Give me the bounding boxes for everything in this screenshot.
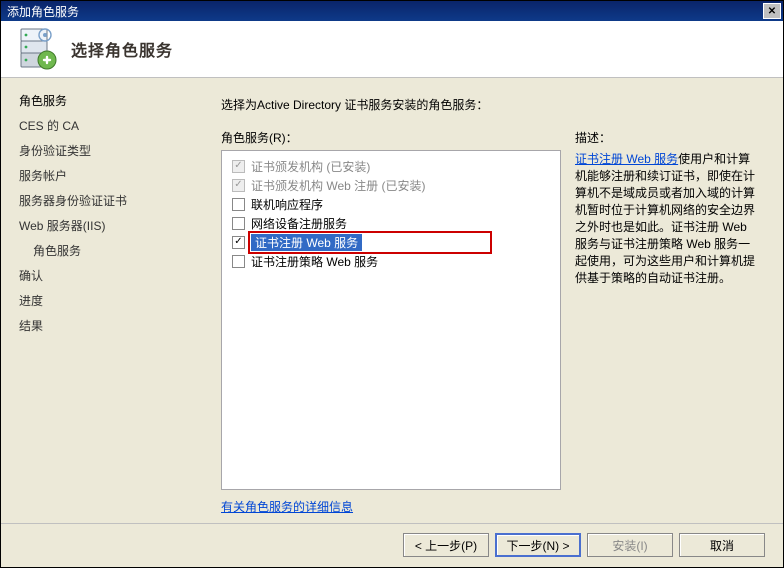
- previous-button[interactable]: < 上一步(P): [403, 533, 489, 557]
- close-icon[interactable]: ✕: [763, 3, 781, 19]
- sidebar-item-server-cert[interactable]: 服务器身份验证证书: [19, 188, 211, 213]
- install-button: 安装(I): [587, 533, 673, 557]
- tree-item-ca: 证书颁发机构 (已安装): [230, 157, 552, 176]
- checkbox-icon[interactable]: [232, 236, 245, 249]
- instruction-text: 选择为Active Directory 证书服务安装的角色服务：: [221, 96, 761, 113]
- checkbox-icon: [232, 160, 245, 173]
- cancel-button[interactable]: 取消: [679, 533, 765, 557]
- tree-item-label: 证书注册 Web 服务: [251, 234, 362, 251]
- content-top: 选择为Active Directory 证书服务安装的角色服务：: [221, 96, 761, 119]
- tree-item-label: 联机响应程序: [251, 196, 323, 213]
- tree-item-label: 证书注册策略 Web 服务: [251, 253, 378, 270]
- sidebar-item-results[interactable]: 结果: [19, 313, 211, 338]
- tree-item-cert-enrollment-web[interactable]: 证书注册 Web 服务: [230, 233, 552, 252]
- sidebar-item-progress[interactable]: 进度: [19, 288, 211, 313]
- checkbox-icon: [232, 179, 245, 192]
- wizard-footer: < 上一步(P) 下一步(N) > 安装(I) 取消: [1, 523, 783, 567]
- checkbox-icon[interactable]: [232, 255, 245, 268]
- tree-column: 角色服务(R)： 证书颁发机构 (已安装) 证书颁发机构 Web 注册 (已安装…: [221, 129, 561, 515]
- window-title: 添加角色服务: [7, 3, 79, 20]
- sidebar-item-ces-ca[interactable]: CES 的 CA: [19, 113, 211, 138]
- description-body: 使用户和计算机能够注册和续订证书，即使在计算机不是域成员或者加入域的计算机暂时位…: [575, 152, 755, 285]
- sidebar-item-confirmation[interactable]: 确认: [19, 263, 211, 288]
- tree-item-label: 网络设备注册服务: [251, 215, 347, 232]
- tree-item-cert-enrollment-policy-web[interactable]: 证书注册策略 Web 服务: [230, 252, 552, 271]
- sidebar: 角色服务 CES 的 CA 身份验证类型 服务帐户 服务器身份验证证书 Web …: [1, 78, 211, 523]
- next-button[interactable]: 下一步(N) >: [495, 533, 581, 557]
- sidebar-item-web-server-iis[interactable]: Web 服务器(IIS): [19, 213, 211, 238]
- sidebar-item-role-services[interactable]: 角色服务: [19, 88, 211, 113]
- more-info-link[interactable]: 有关角色服务的详细信息: [221, 498, 353, 515]
- checkbox-icon[interactable]: [232, 198, 245, 211]
- page-title: 选择角色服务: [71, 37, 173, 61]
- wizard-header: 选择角色服务: [1, 21, 783, 78]
- description-panel: 描述： 证书注册 Web 服务使用户和计算机能够注册和续订证书，即使在计算机不是…: [575, 129, 761, 515]
- sidebar-item-auth-type[interactable]: 身份验证类型: [19, 138, 211, 163]
- description-text: 证书注册 Web 服务使用户和计算机能够注册和续订证书，即使在计算机不是域成员或…: [575, 150, 761, 286]
- tree-item-ndes[interactable]: 网络设备注册服务: [230, 214, 552, 233]
- description-link[interactable]: 证书注册 Web 服务: [575, 152, 678, 166]
- sidebar-item-iis-role-services[interactable]: 角色服务: [19, 238, 211, 263]
- sidebar-item-service-account[interactable]: 服务帐户: [19, 163, 211, 188]
- checkbox-icon[interactable]: [232, 217, 245, 230]
- tree-item-label: 证书颁发机构 (已安装): [251, 158, 370, 175]
- role-services-tree[interactable]: 证书颁发机构 (已安装) 证书颁发机构 Web 注册 (已安装) 联机响应程序: [221, 150, 561, 490]
- wizard-body: 角色服务 CES 的 CA 身份验证类型 服务帐户 服务器身份验证证书 Web …: [1, 78, 783, 523]
- description-label: 描述：: [575, 129, 761, 146]
- content-row: 角色服务(R)： 证书颁发机构 (已安装) 证书颁发机构 Web 注册 (已安装…: [221, 129, 761, 515]
- wizard-window: 添加角色服务 ✕ 选择角色服务 角色服务 CES 的 CA 身份验证类型 服务帐…: [0, 0, 784, 568]
- tree-item-label: 证书颁发机构 Web 注册 (已安装): [251, 177, 425, 194]
- tree-item-ca-web: 证书颁发机构 Web 注册 (已安装): [230, 176, 552, 195]
- content: 选择为Active Directory 证书服务安装的角色服务： 角色服务(R)…: [211, 78, 783, 523]
- tree-item-online-responder[interactable]: 联机响应程序: [230, 195, 552, 214]
- server-role-icon: [17, 27, 57, 71]
- tree-label: 角色服务(R)：: [221, 129, 561, 146]
- titlebar: 添加角色服务 ✕: [1, 1, 783, 21]
